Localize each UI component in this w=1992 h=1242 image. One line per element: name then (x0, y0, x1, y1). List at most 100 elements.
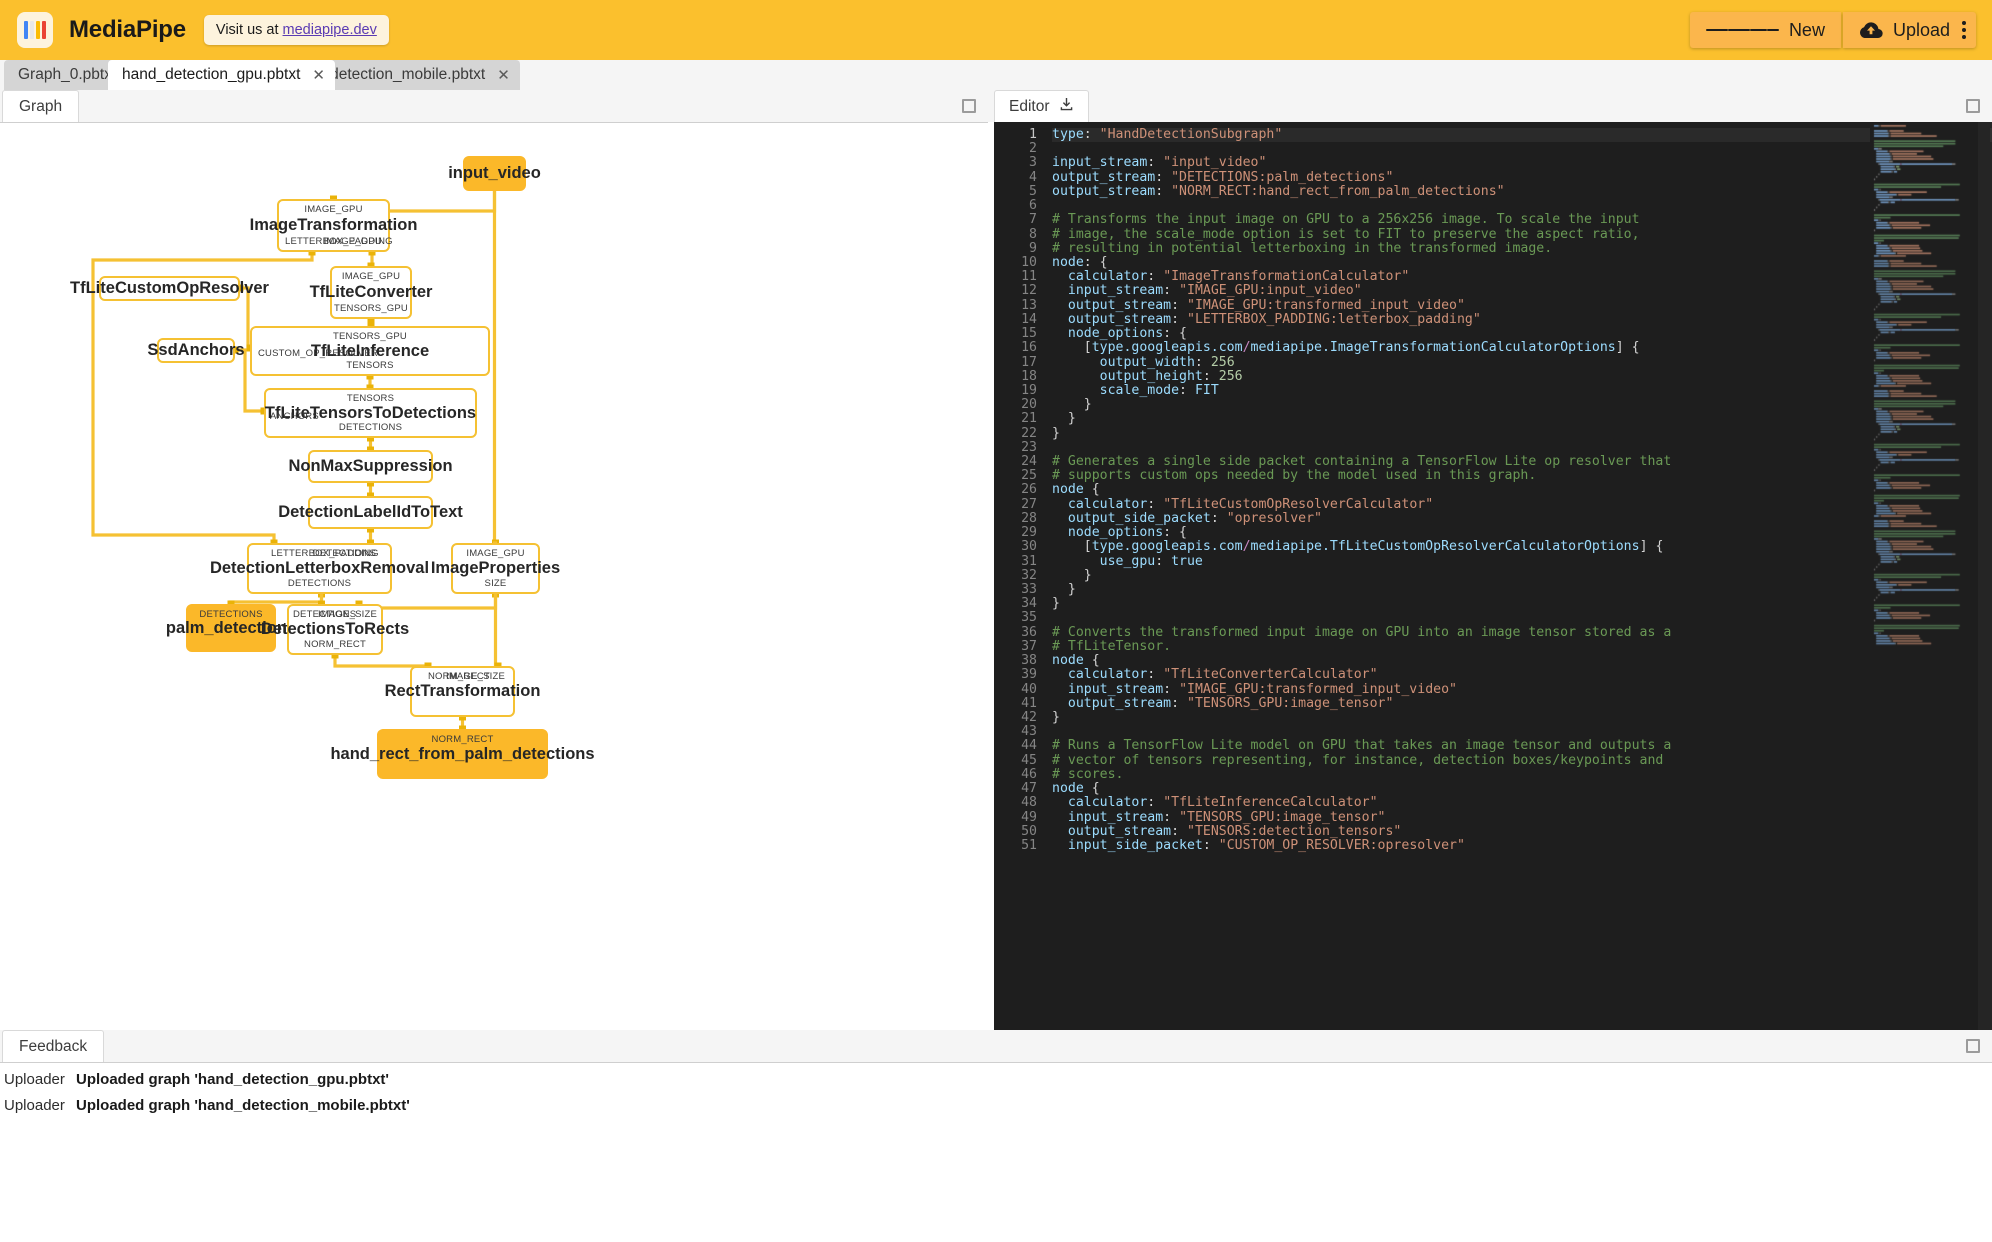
code-line: input_stream: "IMAGE_GPU:input_video" (1067, 283, 1362, 299)
tab-graph[interactable]: Graph (2, 90, 80, 122)
line-number: 22 (1021, 425, 1037, 441)
line-number: 35 (1021, 610, 1037, 626)
new-button[interactable]: New (1689, 12, 1841, 48)
editor-scrollbar[interactable] (1978, 122, 1992, 1030)
editor-tab-strip (988, 90, 1992, 122)
port-in-detections: DETECTIONS (312, 548, 376, 559)
graph-node-DetectionsToRects[interactable]: DetectionsToRects DETECTIONS IMAGE_SIZE NOR… (261, 604, 409, 655)
graph-node-label: input_video (448, 164, 541, 182)
graph-node-TfLiteTensorsToDetections[interactable]: TfLiteTensorsToDetections TENSORS ANCHORS D… (264, 388, 477, 438)
line-number: 34 (1021, 596, 1037, 612)
tab-graph-label: Graph (19, 97, 63, 115)
graph-node-label: DetectionLetterboxRemoval (209, 559, 430, 577)
graph-node-NonMaxSuppression[interactable]: NonMaxSuppression (288, 450, 453, 483)
mediapipe-logo-icon (17, 12, 53, 48)
editor-maximize-icon[interactable] (1966, 99, 1980, 113)
graph-node-DetectionLetterboxRemoval[interactable]: DetectionLetterboxRemoval LETTERBOX_PADDI… (210, 543, 429, 594)
code-line: output_side_packet: "opresolver" (1067, 510, 1322, 526)
code-editor[interactable]: 1 2 3 4 5 6 7 8 9 10 11 12 13 14 15 16 17 18 19 20 21 22 23 24 2… (994, 122, 1992, 1030)
tab-feedback[interactable]: Feedback (2, 1030, 105, 1062)
port-out-tensors: TENSORS (346, 360, 394, 371)
more-options-icon[interactable] (1962, 19, 1966, 41)
graph-node-TfLiteInference[interactable]: TfLiteInference TENSORS_GPU CUSTOM_OP_RESO… (250, 326, 490, 376)
port-in-tensors: TENSORS (346, 393, 395, 404)
graph-node-SsdAnchors[interactable]: SsdAnchors (147, 338, 245, 363)
file-tab-1[interactable]: hand_detection_gpu.pbtxt ✕ (108, 60, 335, 90)
line-number: 15 (1021, 326, 1037, 342)
line-number: 30 (1021, 539, 1037, 555)
code-line: input_stream: "input_video" (1052, 155, 1267, 171)
graph-node-label: SsdAnchors (147, 341, 245, 359)
line-number: 32 (1021, 567, 1037, 583)
new-button-label: New (1788, 19, 1825, 40)
code-line: } (1052, 397, 1092, 413)
graph-node-ImageTransformation[interactable]: ImageTransformation IMAGE_GPU LETTERBOX_PA… (250, 199, 417, 252)
line-number: 17 (1021, 354, 1037, 370)
code-line: calculator: "ImageTransformationCalculat… (1067, 269, 1410, 285)
line-number: 31 (1021, 553, 1037, 569)
code-line: node { (1052, 653, 1100, 669)
code-line: node_options: { (1067, 525, 1187, 541)
graph-node-TfLiteCustomOpResolver[interactable]: TfLiteCustomOpResolver (70, 276, 269, 301)
line-number: 19 (1021, 382, 1037, 398)
line-number: 39 (1021, 667, 1037, 683)
port-in-image_gpu: IMAGE_GPU (341, 271, 401, 282)
code-line: node { (1052, 781, 1100, 797)
line-number: 28 (1021, 510, 1037, 526)
download-icon[interactable] (1059, 97, 1074, 117)
graph-node-label: DetectionLabelIdToText (278, 503, 463, 521)
feedback-row: Uploader Uploaded graph 'hand_detection_g… (0, 1071, 1992, 1097)
graph-maximize-icon[interactable] (962, 99, 976, 113)
tab-editor[interactable]: Editor (994, 90, 1089, 122)
code-line: type: "HandDetectionSubgraph" (1052, 127, 1992, 143)
graph-node-DetectionLabelIdToText[interactable]: DetectionLabelIdToText (278, 496, 463, 529)
feedback-message: Uploaded graph 'hand_detection_mobile.pb… (76, 1097, 410, 1114)
port-out-detections: DETECTIONS (338, 422, 403, 433)
line-number: 36 (1021, 624, 1037, 640)
code-minimap[interactable] (1870, 122, 1990, 1030)
graph-node-label: ImageProperties (430, 559, 561, 577)
code-content[interactable]: type: "HandDetectionSubgraph" input_stre… (1052, 122, 1992, 853)
file-tab-label: hand_detection_gpu.pbtxt (122, 66, 301, 83)
line-number: 3 (1029, 155, 1037, 171)
graph-node-input_video[interactable]: input_video (448, 156, 541, 191)
line-number: 49 (1021, 809, 1037, 825)
code-line: node_options: { (1067, 326, 1187, 342)
graph-node-hand_rect_from_palm_detections[interactable]: hand_rect_from_palm_detections NORM_RECT (330, 729, 595, 779)
line-number: 12 (1021, 283, 1037, 299)
file-tab-bar: Graph_0.pbtxt✕hand_detection_gpu.pbtxt✕h… (0, 60, 1992, 90)
graph-node-ImageProperties[interactable]: ImageProperties IMAGE_GPU SIZE (431, 543, 560, 594)
line-number: 50 (1021, 823, 1037, 839)
line-number: 18 (1021, 368, 1037, 384)
top-app-bar: MediaPipe Visit us at mediapipe.dev New … (0, 0, 1992, 60)
port-in-image_size: IMAGE_SIZE (445, 671, 505, 682)
feedback-tab-strip: Feedback (0, 1030, 1992, 1062)
line-number: 23 (1021, 439, 1037, 455)
topbar-actions: New Upload (1689, 12, 1976, 48)
line-number: 46 (1021, 766, 1037, 782)
line-number: 6 (1029, 198, 1037, 214)
line-number: 8 (1029, 226, 1037, 242)
code-line: # vector of tensors representing, for in… (1052, 752, 1664, 768)
feedback-maximize-icon[interactable] (1966, 1039, 1980, 1053)
code-line: } (1052, 411, 1076, 427)
line-number: 48 (1021, 795, 1037, 811)
feedback-source: Uploader (4, 1071, 65, 1088)
line-number: 25 (1021, 468, 1037, 484)
graph-canvas[interactable]: input_video ImageTransformation IMAGE_GPU L… (0, 122, 988, 1030)
upload-button[interactable]: Upload (1842, 12, 1976, 48)
code-line: use_gpu: true (1099, 553, 1203, 569)
port-in-image_gpu: IMAGE_GPU (304, 204, 363, 215)
feedback-body: Uploader Uploaded graph 'hand_detection_g… (0, 1062, 1992, 1242)
close-icon[interactable]: ✕ (312, 68, 325, 83)
graph-node-TfLiteConverter[interactable]: TfLiteConverter IMAGE_GPU TENSORS_GPU (310, 266, 432, 319)
mediapipe-dev-link[interactable]: mediapipe.dev (283, 22, 377, 38)
line-number: 9 (1029, 240, 1037, 256)
graph-node-RectTransformation[interactable]: RectTransformation NORM_RECT IMAGE_SIZE (385, 666, 540, 717)
close-icon[interactable]: ✕ (497, 68, 510, 83)
line-number: 4 (1029, 169, 1037, 185)
code-line: } (1052, 582, 1076, 597)
line-number: 29 (1021, 525, 1037, 541)
